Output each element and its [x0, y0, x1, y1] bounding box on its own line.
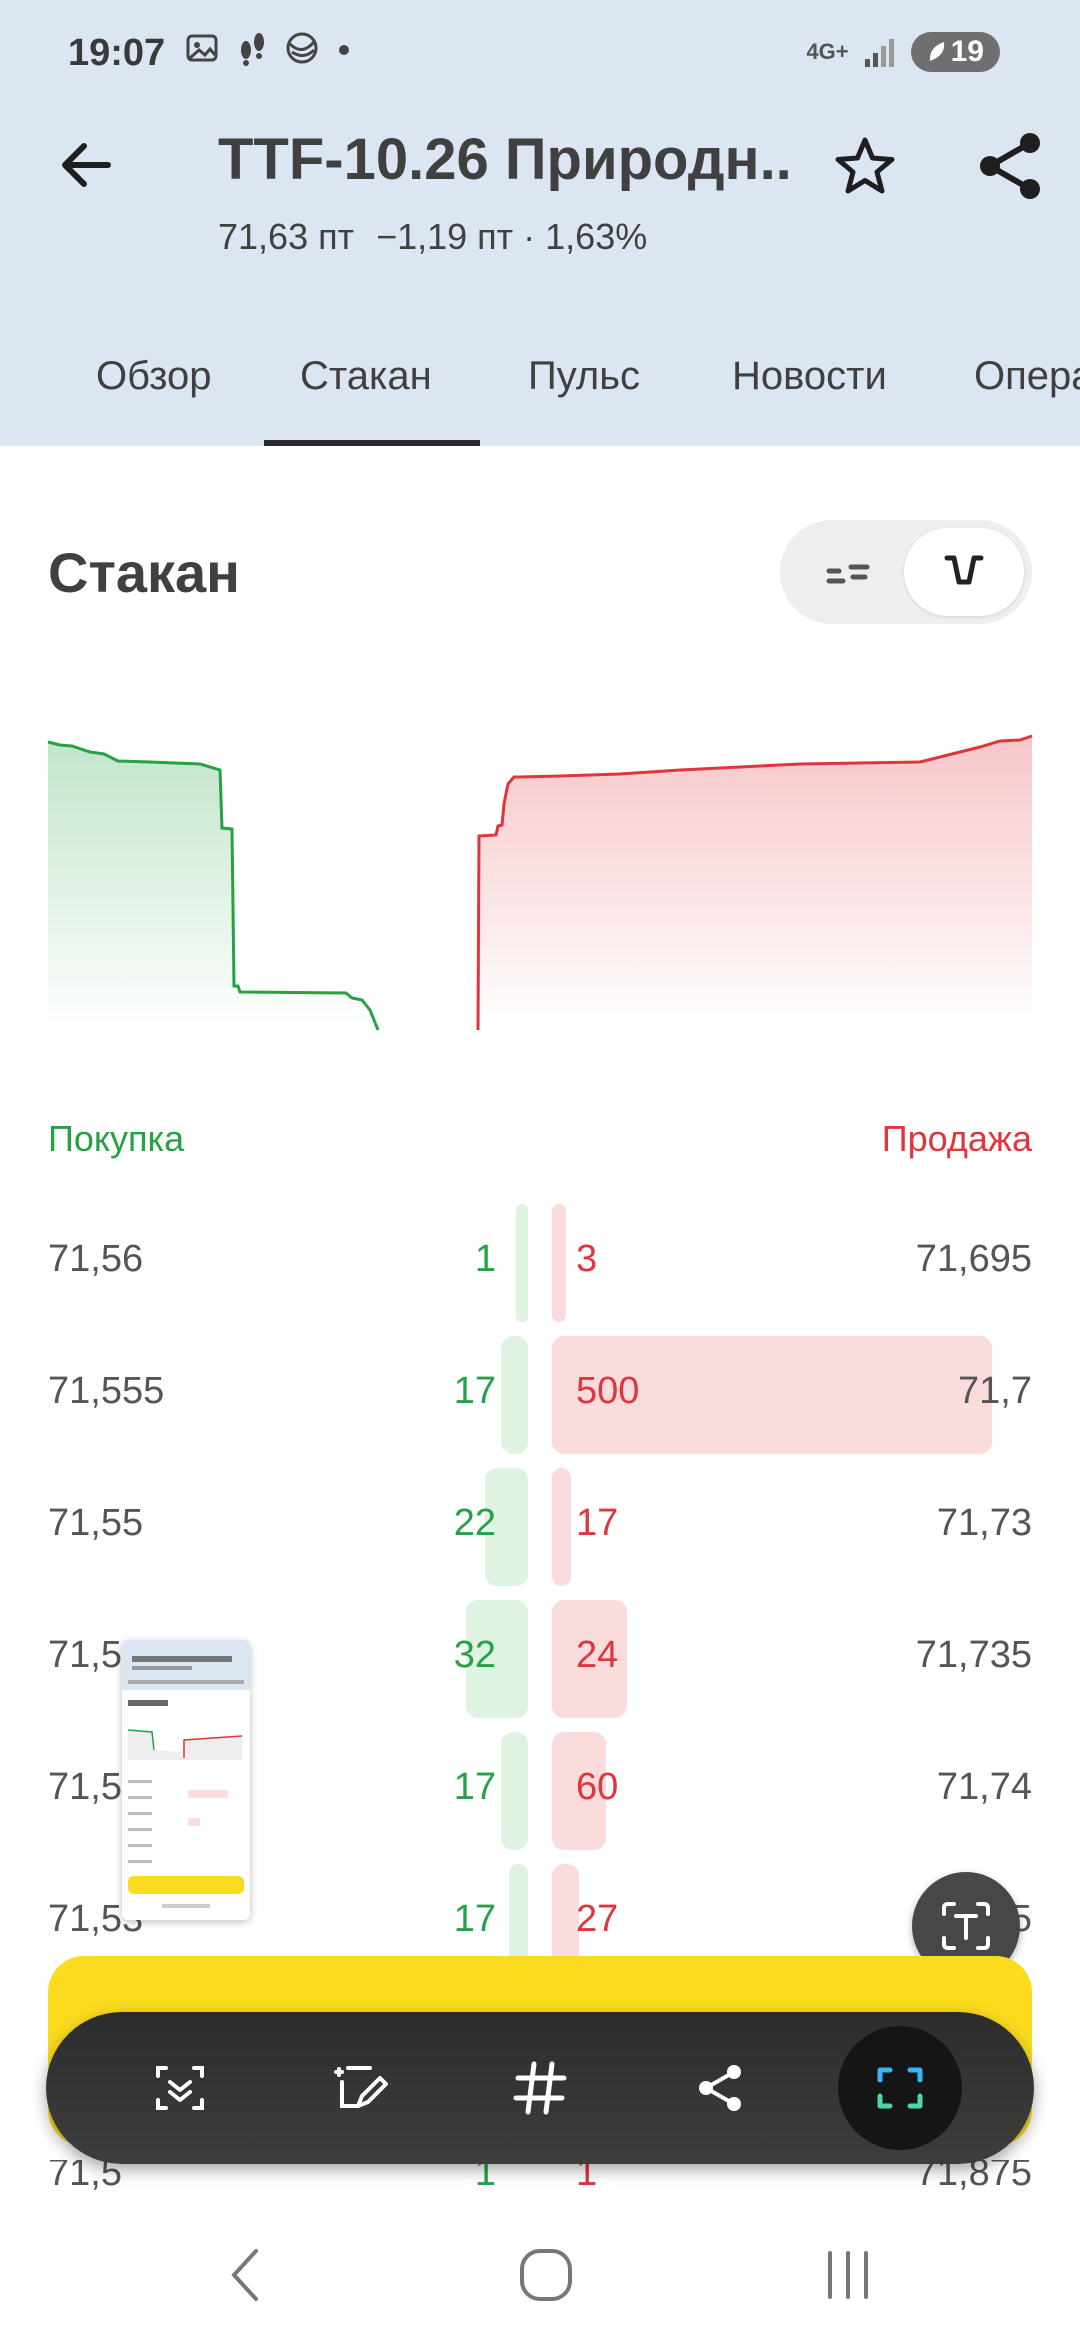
- draw-button[interactable]: [310, 2038, 410, 2138]
- screenshot-toolbar: [46, 2012, 1034, 2164]
- buy-column-label: Покупка: [48, 1118, 185, 1159]
- signal-icon: [864, 39, 894, 67]
- order-book-row[interactable]: 71,555 17 500 71,7: [0, 1330, 1080, 1454]
- order-book-row[interactable]: 71,56 1 3 71,695: [0, 1198, 1080, 1322]
- status-icons-left: [184, 30, 354, 66]
- steps-icon: [241, 33, 264, 66]
- ask-price: 71,695: [915, 1238, 1032, 1280]
- battery-indicator: 19: [910, 32, 1000, 72]
- scroll-capture-button[interactable]: [838, 2026, 962, 2150]
- ask-volume: 27: [576, 1898, 619, 1940]
- share-icon: [980, 133, 1040, 199]
- ask-price: 71,73: [936, 1502, 1032, 1544]
- screenshot-thumbnail[interactable]: [122, 1640, 250, 1920]
- view-toggle: [780, 520, 1032, 624]
- sell-column-label: Продажа: [881, 1118, 1032, 1159]
- price-line: 71,63 пт −1,19 пт · 1,63%: [218, 216, 647, 258]
- ask-depth-area: [478, 736, 1032, 1030]
- bid-volume: 22: [453, 1502, 496, 1544]
- bid-volume: 17: [453, 1766, 496, 1808]
- list-view-option[interactable]: [788, 528, 908, 616]
- battery-saver-icon: [929, 42, 944, 61]
- bid-price: 71,5: [48, 1766, 122, 1808]
- status-time: 19:07: [68, 32, 166, 74]
- active-tab-indicator: [264, 440, 480, 446]
- ask-volume: 24: [576, 1634, 619, 1676]
- navigation-bar: [0, 2200, 1080, 2340]
- screenshot-preview-image: [122, 1640, 250, 1908]
- instrument-title: TTF-10.26 Природн..: [218, 127, 792, 192]
- tab-overview[interactable]: Обзор: [96, 354, 212, 399]
- nav-recents-icon: [828, 2251, 868, 2299]
- bid-price: 71,55: [48, 1502, 144, 1544]
- star-icon: [835, 137, 895, 194]
- ask-volume: 1: [576, 2160, 598, 2194]
- network-type: 4G+: [806, 39, 849, 64]
- bid-volume-bar: [516, 1204, 528, 1322]
- smart-select-icon: [156, 2066, 204, 2110]
- bid-volume: 1: [474, 1238, 496, 1280]
- bid-price: 71,5: [48, 2160, 122, 2194]
- tab-order-book[interactable]: Стакан: [300, 354, 432, 399]
- bid-volume-bar: [501, 1336, 528, 1454]
- status-bar: 19:07 4G+ 19: [0, 0, 1080, 100]
- status-icons-right: 4G+ 19: [806, 32, 1000, 72]
- browser-icon: [286, 32, 318, 64]
- ask-volume-bar: [552, 1204, 566, 1322]
- bid-volume: 17: [453, 1370, 496, 1412]
- bid-volume: 1: [474, 2160, 496, 2194]
- bid-volume: 32: [453, 1634, 496, 1676]
- nav-home-icon: [520, 2249, 572, 2301]
- price-change: −1,19 пт · 1,63%: [376, 216, 648, 257]
- smart-select-button[interactable]: [130, 2038, 230, 2138]
- bid-volume: 17: [453, 1898, 496, 1940]
- ask-volume-bar: [552, 1468, 571, 1586]
- tab-news[interactable]: Новости: [732, 354, 887, 399]
- current-price: 71,63 пт: [218, 216, 355, 257]
- ask-price: 71,7: [958, 1370, 1032, 1412]
- ask-price: 71,875: [915, 2160, 1032, 2194]
- ask-price: 71,735: [915, 1634, 1032, 1676]
- bid-depth-area: [48, 742, 378, 1030]
- depth-chart: [47, 734, 1033, 1031]
- capture-icon: [877, 2067, 923, 2109]
- arrow-left-icon: [62, 143, 111, 187]
- favorite-button[interactable]: [830, 132, 900, 202]
- nav-back-button[interactable]: [206, 2240, 286, 2310]
- tab-pulse[interactable]: Пульс: [528, 354, 640, 399]
- ask-volume: 17: [576, 1502, 619, 1544]
- ask-volume: 60: [576, 1766, 619, 1808]
- list-view-icon: [826, 564, 870, 584]
- ask-price: 71,74: [936, 1766, 1032, 1808]
- depth-view-option[interactable]: [904, 528, 1024, 616]
- nav-recents-button[interactable]: [808, 2240, 888, 2310]
- text-scan-icon: [942, 1902, 990, 1950]
- share-screenshot-button[interactable]: [670, 2038, 770, 2138]
- back-button[interactable]: [52, 130, 122, 200]
- draw-icon: [334, 2066, 388, 2108]
- order-book-row[interactable]: 71,55 22 17 71,73: [0, 1462, 1080, 1586]
- bid-price: 71,555: [48, 1370, 165, 1412]
- ask-volume: 3: [576, 1238, 598, 1280]
- share-icon: [699, 2065, 741, 2111]
- hashtag-icon: [513, 2061, 567, 2115]
- nav-back-icon: [231, 2249, 258, 2301]
- order-book-partial-row: 71,5 1 1 71,875: [0, 2160, 1080, 2200]
- share-button[interactable]: [972, 128, 1048, 204]
- bid-volume-bar: [501, 1732, 528, 1850]
- gallery-icon: [186, 34, 218, 62]
- dot-icon: [339, 45, 349, 55]
- battery-level: 19: [950, 35, 984, 68]
- tab-bar: Обзор Стакан Пульс Новости Опера: [0, 340, 1080, 446]
- bid-price: 71,56: [48, 1238, 144, 1280]
- nav-home-button[interactable]: [506, 2240, 586, 2310]
- section-title: Стакан: [48, 541, 241, 604]
- depth-chart-icon: [944, 555, 984, 585]
- bid-price: 71,5: [48, 1634, 122, 1676]
- ask-volume: 500: [576, 1370, 640, 1412]
- tab-operations[interactable]: Опера: [974, 354, 1080, 399]
- hashtag-button[interactable]: [490, 2038, 590, 2138]
